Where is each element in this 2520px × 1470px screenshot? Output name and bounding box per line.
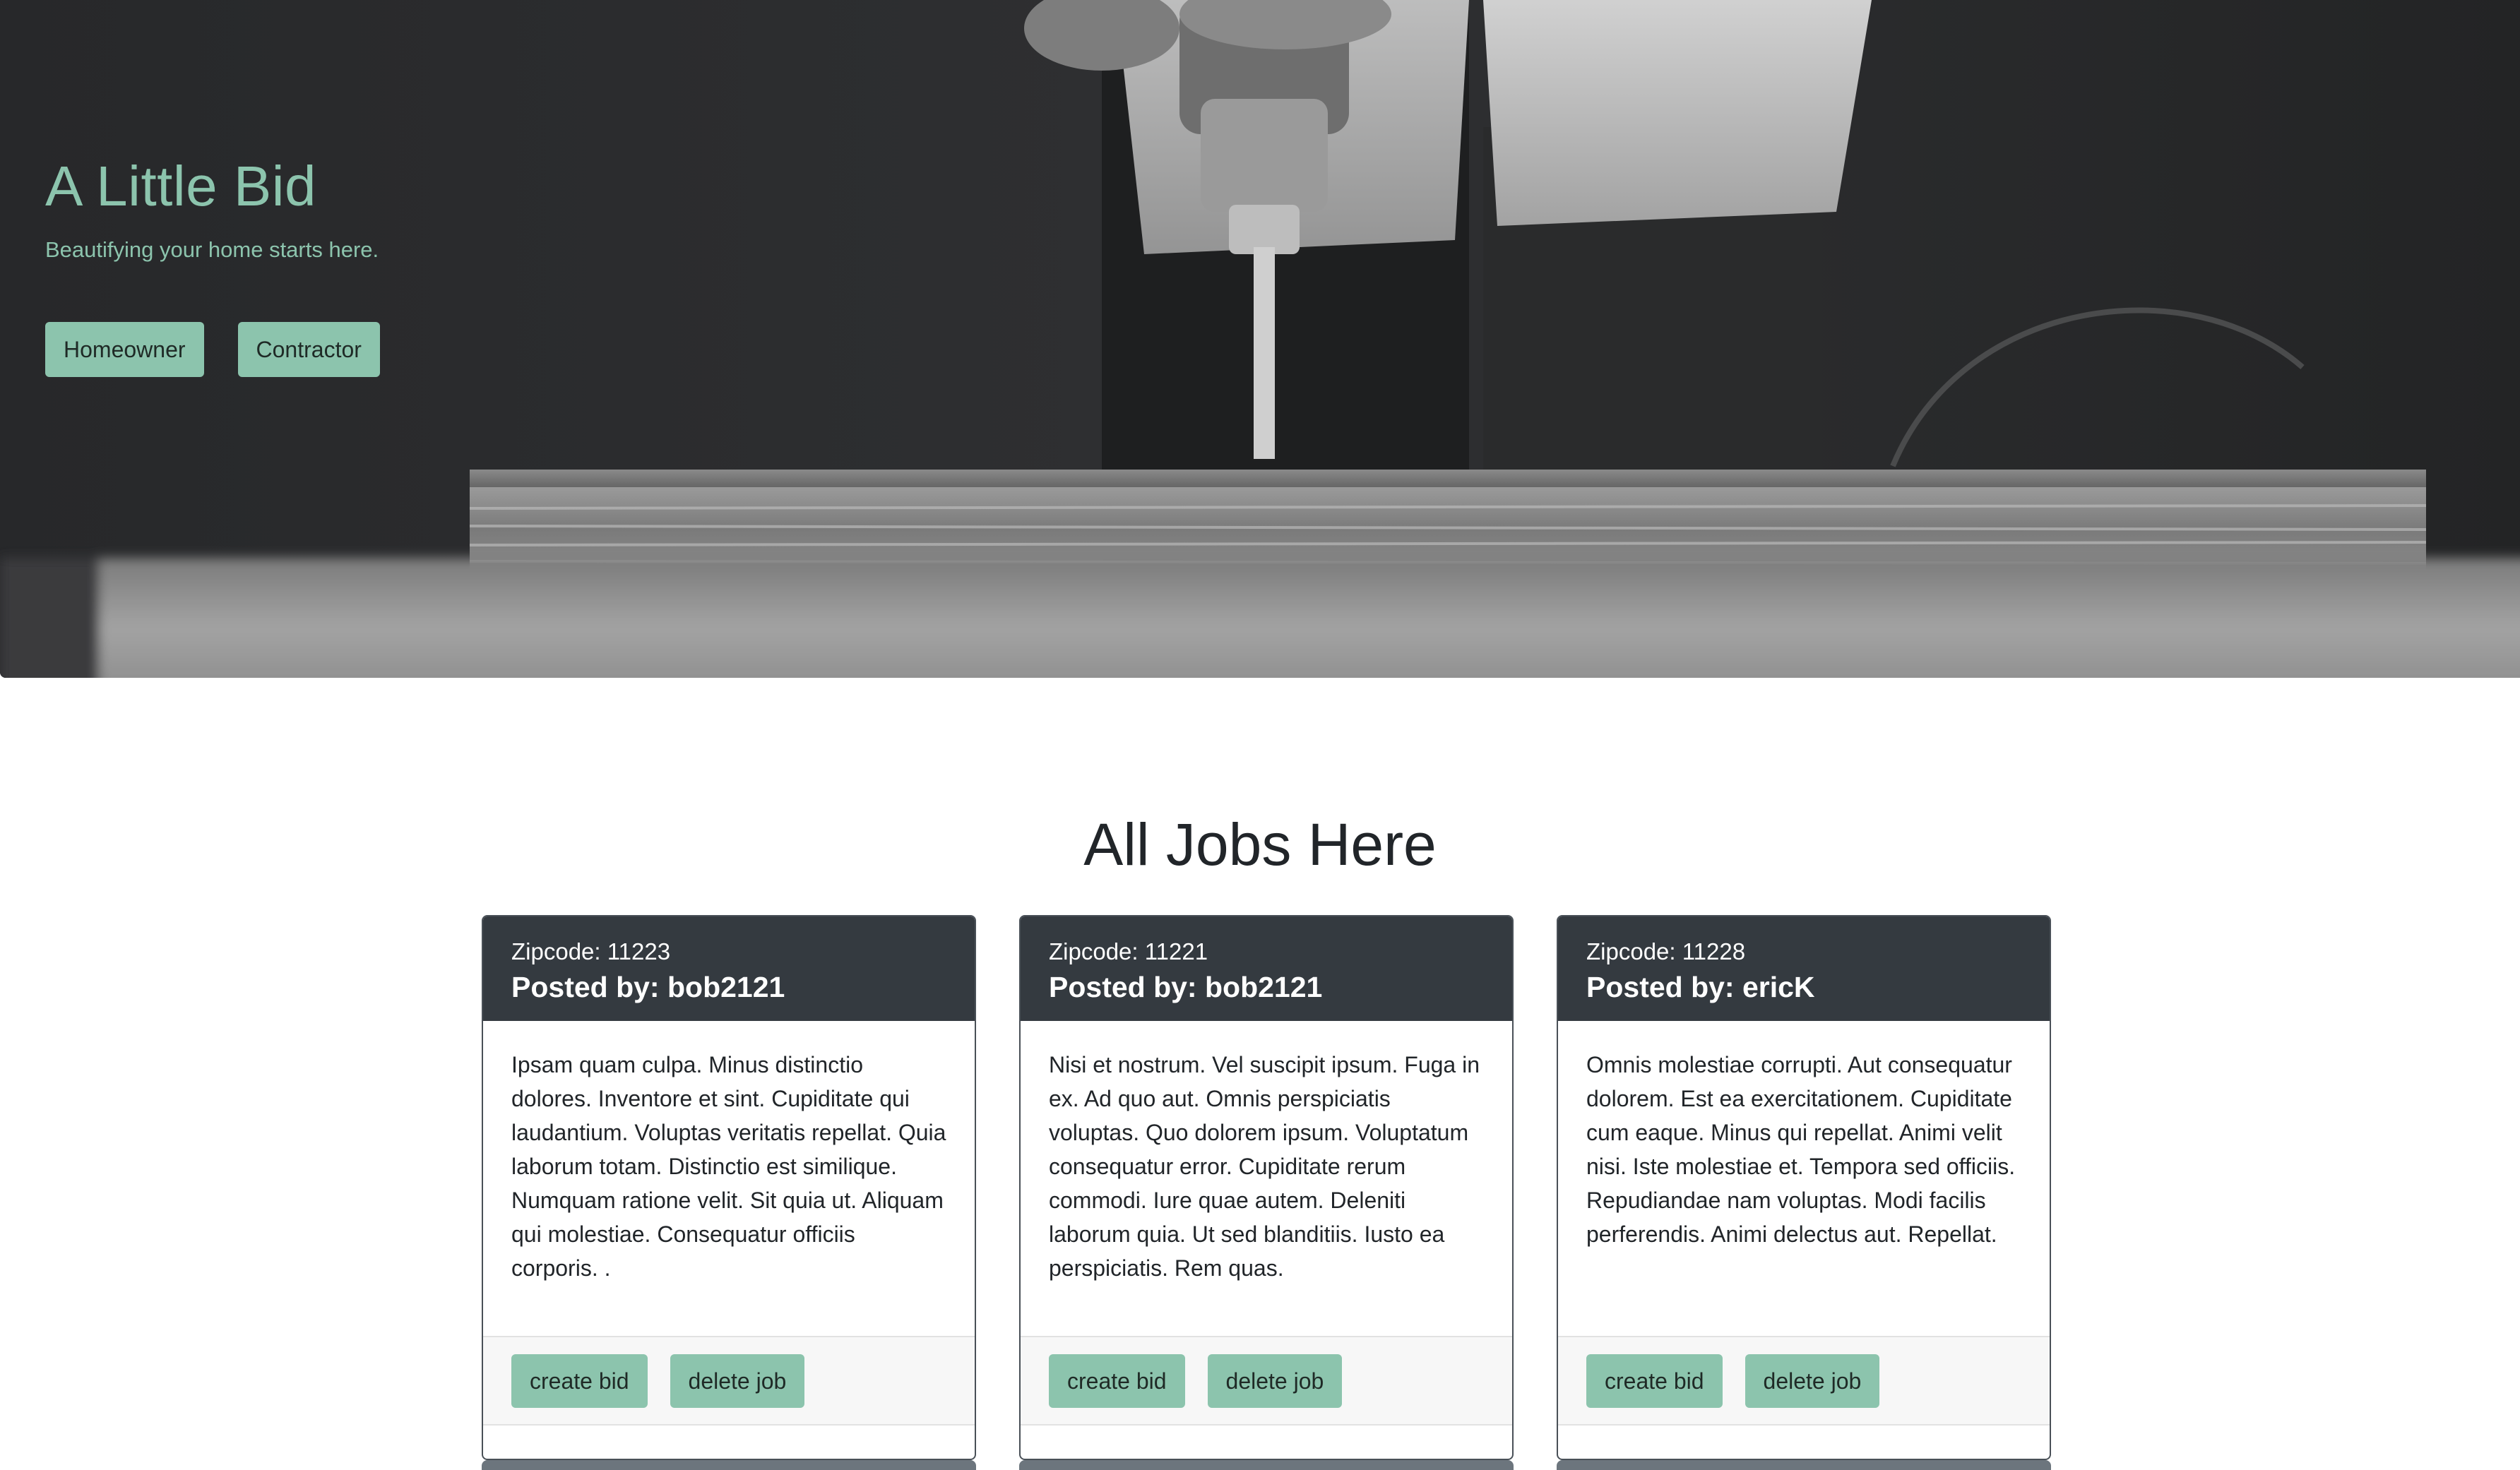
delete-job-button[interactable]: delete job (1207, 1354, 1343, 1408)
job-zipcode: Zipcode: 11228 (1586, 938, 1746, 964)
job-card-header: Zipcode: 11223 Posted by: bob2121 (483, 916, 975, 1021)
job-card-header: Zipcode: 11228 Posted by: ericK (1558, 916, 2050, 1021)
jobs-heading: All Jobs Here (1083, 811, 1437, 878)
hero-brand: A Little Bid Beautifying your home start… (45, 155, 379, 263)
delete-job-button[interactable]: delete job (670, 1354, 805, 1408)
job-description: Ipsam quam culpa. Minus distinctio dolor… (511, 1052, 946, 1281)
delete-job-button[interactable]: delete job (1745, 1354, 1880, 1408)
job-zipcode: Zipcode: 11223 (511, 938, 671, 964)
job-card: Zipcode: 11228 Posted by: ericK Omnis mo… (1557, 915, 2051, 1460)
next-card-edge (1557, 1460, 2051, 1470)
job-card-actions: create bid delete job (1021, 1336, 1512, 1426)
site-tagline: Beautifying your home starts here. (45, 237, 379, 262)
next-card-edge (482, 1460, 976, 1470)
job-poster: Posted by: bob2121 (1049, 970, 1323, 1003)
create-bid-button[interactable]: create bid (1586, 1354, 1723, 1408)
site-title: A Little Bid (45, 155, 317, 217)
job-card-header: Zipcode: 11221 Posted by: bob2121 (1021, 916, 1512, 1021)
create-bid-button[interactable]: create bid (1049, 1354, 1185, 1408)
job-zipcode: Zipcode: 11221 (1049, 938, 1208, 964)
contractor-button[interactable]: Contractor (237, 322, 380, 377)
hero-banner: A Little Bid Beautifying your home start… (0, 0, 2520, 678)
job-card-list: Zipcode: 11223 Posted by: bob2121 Ipsam … (482, 915, 2051, 1460)
job-card: Zipcode: 11223 Posted by: bob2121 Ipsam … (482, 915, 976, 1460)
job-card: Zipcode: 11221 Posted by: bob2121 Nisi e… (1019, 915, 1514, 1460)
job-card-actions: create bid delete job (1558, 1336, 2050, 1426)
job-description: Omnis molestiae corrupti. Aut consequatu… (1586, 1052, 2016, 1247)
next-row-card-edges (482, 1460, 2051, 1470)
role-buttons: Homeowner Contractor (45, 322, 380, 377)
job-poster: Posted by: bob2121 (511, 970, 785, 1003)
job-card-actions: create bid delete job (483, 1336, 975, 1426)
create-bid-button[interactable]: create bid (511, 1354, 648, 1408)
job-description: Nisi et nostrum. Vel suscipit ipsum. Fug… (1049, 1052, 1480, 1281)
homeowner-button[interactable]: Homeowner (45, 322, 204, 377)
next-card-edge (1019, 1460, 1514, 1470)
job-poster: Posted by: ericK (1586, 970, 1815, 1003)
